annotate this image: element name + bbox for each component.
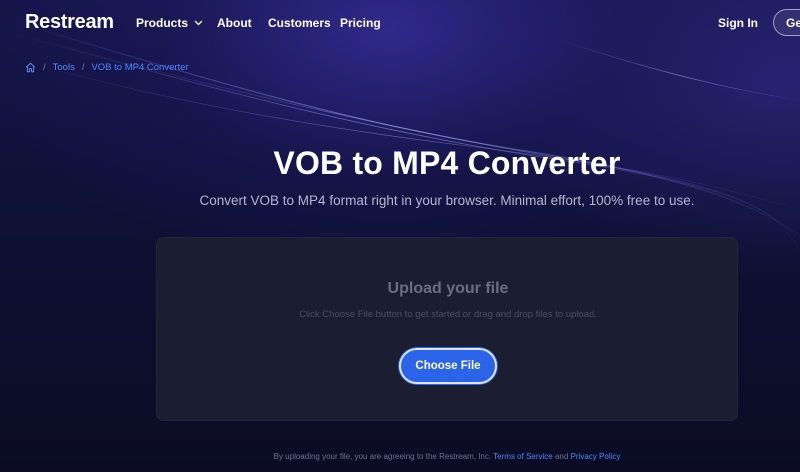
- breadcrumb-current: VOB to MP4 Converter: [91, 62, 189, 73]
- nav-products[interactable]: Products: [136, 16, 203, 30]
- get-started-button[interactable]: Get: [773, 9, 800, 36]
- nav-pricing-label: Pricing: [340, 16, 381, 30]
- chevron-down-icon: [194, 20, 203, 26]
- sign-in-link[interactable]: Sign In: [718, 16, 758, 30]
- page-title: VOB to MP4 Converter: [273, 145, 621, 181]
- terms-and: and: [554, 452, 569, 461]
- upload-title: Upload your file: [387, 280, 509, 297]
- nav-pricing[interactable]: Pricing: [340, 16, 381, 30]
- nav-about-label: About: [217, 16, 252, 30]
- upload-dropzone[interactable]: Upload your file Click Choose File butto…: [156, 237, 738, 421]
- privacy-policy-link[interactable]: Privacy Policy: [571, 452, 621, 461]
- page-subtitle: Convert VOB to MP4 format right in your …: [199, 193, 695, 208]
- top-nav: Restream Products About Customers Pricin…: [0, 0, 800, 44]
- upload-hint: Click Choose File button to get started …: [299, 309, 597, 320]
- choose-file-button[interactable]: Choose File: [399, 348, 497, 384]
- nav-customers[interactable]: Customers: [268, 16, 331, 30]
- home-icon[interactable]: [25, 62, 36, 73]
- terms-of-service-link[interactable]: Terms of Service: [493, 452, 553, 461]
- breadcrumb-tools[interactable]: Tools: [53, 62, 75, 73]
- nav-about[interactable]: About: [217, 16, 252, 30]
- nav-customers-label: Customers: [268, 16, 331, 30]
- terms-prefix: By uploading your file, you are agreeing…: [273, 452, 492, 461]
- nav-products-label: Products: [136, 16, 189, 30]
- breadcrumb-separator: /: [43, 62, 46, 73]
- upload-terms-note: By uploading your file, you are agreeing…: [0, 452, 800, 461]
- logo[interactable]: Restream: [25, 11, 114, 34]
- breadcrumb-separator: /: [81, 62, 85, 73]
- breadcrumb: / Tools / VOB to MP4 Converter: [25, 62, 189, 73]
